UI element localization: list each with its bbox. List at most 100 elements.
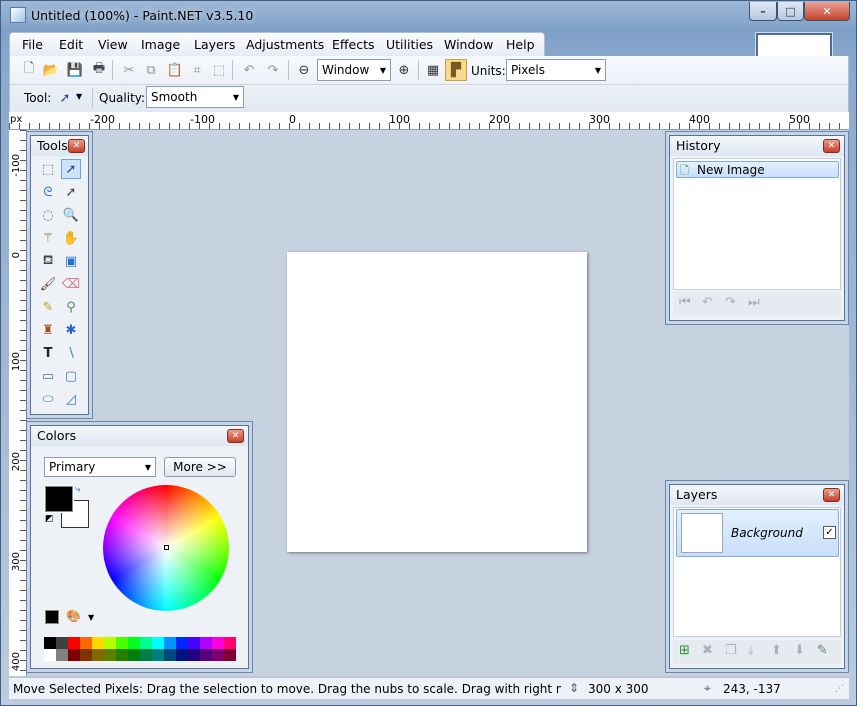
redo-icon[interactable]: ↷ [725,295,736,310]
layer-properties-icon[interactable]: ✎ [817,643,828,658]
zoom-in-icon[interactable]: ⊕ [393,59,415,81]
palette-swatch[interactable] [128,637,140,649]
palette-swatch[interactable] [92,649,104,661]
resize-grip-icon[interactable]: ⋰ [835,684,844,694]
color-mode-select[interactable]: Primary ▼ [44,457,156,477]
units-select[interactable]: Pixels ▼ [506,59,606,81]
palette-swatch[interactable] [128,649,140,661]
menu-file[interactable]: File [22,37,43,52]
swap-colors-icon[interactable]: ⤷ [75,484,81,495]
palette-swatch[interactable] [152,637,164,649]
palette-swatch[interactable] [200,637,212,649]
delete-layer-icon[interactable]: ✖ [702,643,713,658]
crop-icon[interactable]: ⌗ [186,59,208,81]
palette-swatch[interactable] [56,637,68,649]
move-layer-down-icon[interactable]: ⬇ [794,643,805,658]
fast-forward-icon[interactable]: ⏭ [748,295,760,310]
palette-swatch[interactable] [80,649,92,661]
zoom-select[interactable]: Window ▼ [317,59,391,81]
palette-swatch[interactable] [176,649,188,661]
rulers-icon[interactable]: ▛ [445,59,467,81]
minimize-button[interactable]: – [749,2,777,21]
palette-swatch[interactable] [92,637,104,649]
more-button[interactable]: More >> [164,457,236,477]
palette-icon[interactable]: 🎨 [66,609,81,623]
layer-item[interactable]: Background ✓ [676,509,839,557]
palette-swatch[interactable] [104,649,116,661]
open-icon[interactable]: 📂 [40,59,62,81]
eraser-icon[interactable]: ⌫ [61,274,81,294]
duplicate-layer-icon[interactable]: ❐ [725,643,737,658]
palette-swatch[interactable] [212,649,224,661]
recolor-icon[interactable]: ✱ [61,320,81,340]
palette-swatch[interactable] [68,649,80,661]
pan-icon[interactable]: ✋ [61,228,81,248]
zoom-icon[interactable]: 🔍 [61,205,81,225]
gradient-icon[interactable]: ▣ [61,251,81,271]
palette-swatch[interactable] [80,637,92,649]
palette-swatch[interactable] [68,637,80,649]
menu-edit[interactable]: Edit [59,37,83,52]
layer-visibility-checkbox[interactable]: ✓ [823,526,836,539]
undo-icon[interactable]: ↶ [702,295,713,310]
clone-stamp-icon[interactable]: ♜ [38,320,58,340]
paint-bucket-icon[interactable]: ⛾ [38,251,58,271]
history-item[interactable]: 🗋 New Image [676,161,839,178]
paintbrush-icon[interactable]: 🖌 [38,274,58,294]
redo-icon[interactable]: ↷ [262,59,284,81]
add-to-palette-icon[interactable] [45,610,59,624]
cut-icon[interactable]: ✂ [118,59,140,81]
move-selected-pixels-icon[interactable]: ➚ [61,159,81,179]
color-picker-icon[interactable]: ⚲ [61,297,81,317]
grid-icon[interactable]: ▦ [422,59,444,81]
menu-window[interactable]: Window [444,37,493,52]
palette-swatch[interactable] [116,637,128,649]
palette-swatch[interactable] [140,649,152,661]
merge-layer-down-icon[interactable]: ⤓ [748,643,754,658]
magic-wand-icon[interactable]: ⚚ [38,228,58,248]
close-icon[interactable]: ✕ [227,429,244,443]
palette-swatch[interactable] [104,637,116,649]
chevron-down-icon[interactable]: ▼ [76,92,82,101]
palette-swatch[interactable] [200,649,212,661]
menu-adjustments[interactable]: Adjustments [246,37,324,52]
print-icon[interactable]: 🖶 [88,59,110,81]
pencil-icon[interactable]: ✎ [38,297,58,317]
reset-colors-icon[interactable]: ◩ [45,514,54,524]
copy-icon[interactable]: ⧉ [140,59,162,81]
palette-swatch[interactable] [188,649,200,661]
lasso-select-icon[interactable]: ᘓ [38,182,58,202]
palette-swatch[interactable] [188,637,200,649]
maximize-button[interactable]: □ [777,2,804,21]
move-selection-icon[interactable]: ➚ [61,182,81,202]
palette-swatch[interactable] [224,637,236,649]
zoom-out-icon[interactable]: ⊖ [293,59,315,81]
palette-swatch[interactable] [164,637,176,649]
palette-swatch[interactable] [164,649,176,661]
close-icon[interactable]: ✕ [823,139,840,153]
rewind-icon[interactable]: ⏮ [679,295,691,310]
palette-swatch[interactable] [140,637,152,649]
palette-swatch[interactable] [116,649,128,661]
menu-help[interactable]: Help [506,37,535,52]
close-icon[interactable]: ✕ [823,488,840,502]
primary-color-swatch[interactable] [44,485,74,513]
palette-swatch[interactable] [56,649,68,661]
ellipse-select-icon[interactable]: ◌ [38,205,58,225]
new-icon[interactable]: 🗋 [18,59,40,81]
palette-swatch[interactable] [44,649,56,661]
undo-icon[interactable]: ↶ [238,59,260,81]
save-icon[interactable]: 💾 [64,59,86,81]
move-selected-pixels-icon[interactable]: ➚ [54,87,76,109]
deselect-icon[interactable]: ⬚ [208,59,230,81]
menu-layers[interactable]: Layers [194,37,235,52]
palette-swatch[interactable] [44,637,56,649]
add-layer-icon[interactable]: ⊞ [679,643,690,658]
menu-view[interactable]: View [98,37,128,52]
ellipse-icon[interactable]: ⬭ [38,389,58,409]
quality-select[interactable]: Smooth ▼ [146,86,244,108]
color-wheel-cursor[interactable] [164,545,169,550]
close-button[interactable]: ✕ [804,2,850,21]
menu-image[interactable]: Image [141,37,180,52]
move-layer-up-icon[interactable]: ⬆ [771,643,782,658]
